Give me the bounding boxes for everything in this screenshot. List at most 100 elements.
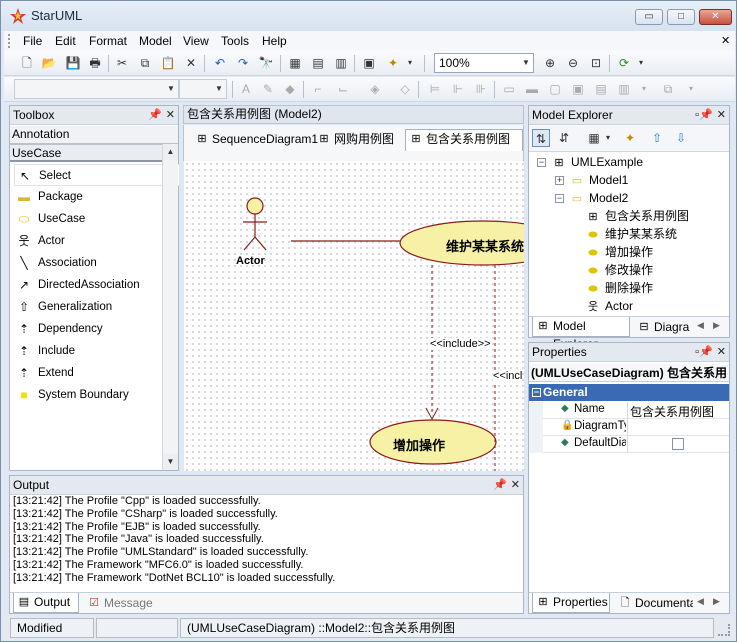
toolbox-item-generalization[interactable]: ⇧ Generalization [14, 296, 180, 318]
model-tool-icon[interactable]: ✦ [621, 129, 639, 147]
filter-dropdown-icon[interactable]: ▾ [599, 129, 617, 147]
delete-icon[interactable]: ✕ [182, 54, 200, 72]
tab-include-usecase[interactable]: ⊞ 包含关系用例图 [405, 129, 523, 151]
layout-icon[interactable]: ✦ [384, 54, 402, 72]
menu-help[interactable]: Help [262, 34, 287, 48]
diagram-canvas[interactable]: Actor 维护某某系统 增加操作 <<include>> <<incl [184, 161, 524, 471]
new-icon[interactable]: 🗋 [18, 54, 36, 72]
toolbox-item-extend[interactable]: ⇡ Extend [14, 362, 180, 384]
property-value[interactable]: 包含关系用例图 [630, 403, 714, 420]
toolbox-scrollbar[interactable]: ▲ ▼ [162, 144, 178, 470]
close-icon[interactable]: ✕ [717, 343, 726, 361]
toolbox-item-package[interactable]: ▬ Package [14, 186, 180, 208]
menu-close-icon[interactable]: ✕ [721, 34, 730, 47]
collapse-icon[interactable]: − [532, 388, 541, 397]
pin-icon[interactable]: 📌 [699, 343, 713, 361]
collapse-icon[interactable]: − [555, 194, 564, 203]
property-row[interactable]: 🔒 DiagramTy [529, 419, 729, 436]
toolbox-item-directedassociation[interactable]: ↗ DirectedAssociation [14, 274, 180, 296]
tab-sequence-diagram[interactable]: ⊞ SequenceDiagram1 [192, 130, 318, 150]
copy-format-icon[interactable]: ⧉ [659, 80, 677, 98]
toolbox-section-usecase[interactable]: UseCase [10, 144, 178, 162]
tab-scroll-right-icon[interactable]: ▶ [713, 596, 720, 607]
tab-output[interactable]: ▤ Output [13, 593, 79, 613]
align-center-icon[interactable]: ⊩ [449, 80, 467, 98]
pin-icon[interactable]: 📌 [148, 106, 162, 124]
overflow-dropdown-icon[interactable]: ▾ [682, 80, 700, 98]
line-style-icon[interactable]: ⌐ [309, 80, 327, 98]
zoom-out-icon[interactable]: ⊖ [564, 54, 582, 72]
scroll-up-icon[interactable]: ▲ [163, 144, 178, 160]
tab-model-explorer[interactable]: ⊞ Model Explorer [532, 317, 630, 351]
diagram-c-icon[interactable]: ▥ [332, 54, 350, 72]
property-row[interactable]: ◆ Name 包含关系用例图 [529, 402, 729, 419]
save-icon[interactable]: 💾 [64, 54, 82, 72]
tab-shopping-usecase[interactable]: ⊞ 网购用例图 [314, 130, 404, 150]
toolbox-item-select[interactable]: ↖ Select [14, 164, 180, 186]
move-down-icon[interactable]: ⇩ [672, 129, 690, 147]
toolbox-item-system-boundary[interactable]: ■ System Boundary [14, 384, 180, 406]
close-button[interactable]: ✕ [699, 9, 732, 25]
align-right-icon[interactable]: ⊪ [472, 80, 490, 98]
tab-message[interactable]: ☑ Message [84, 594, 154, 614]
copy-icon[interactable]: ⧉ [136, 54, 154, 72]
font-family-select[interactable]: ▼ [14, 79, 179, 99]
sort-by-name-icon[interactable]: ⇵ [555, 129, 573, 147]
menu-tools[interactable]: Tools [221, 34, 249, 48]
group-icon[interactable]: ▢ [546, 80, 564, 98]
usecase-main-label[interactable]: 维护某某系统 [446, 236, 524, 255]
align-left-icon[interactable]: ⊨ [426, 80, 444, 98]
toolbox-item-include[interactable]: ⇡ Include [14, 340, 180, 362]
suppress-icon[interactable]: ◇ [396, 80, 414, 98]
close-icon[interactable]: ✕ [511, 476, 520, 494]
property-row[interactable]: ◆ DefaultDia [529, 436, 729, 453]
refresh-icon[interactable]: ⟳ [615, 54, 633, 72]
zoom-select[interactable]: 100% ▼ [434, 53, 534, 73]
send-back-icon[interactable]: ▬ [523, 80, 541, 98]
menu-file[interactable]: File [23, 34, 42, 48]
tab-scroll-right-icon[interactable]: ▶ [713, 320, 720, 331]
close-icon[interactable]: ✕ [166, 106, 175, 124]
tab-properties[interactable]: ⊞ Properties [532, 593, 610, 613]
toolbox-item-dependency[interactable]: ⇡ Dependency [14, 318, 180, 340]
redo-icon[interactable]: ↷ [234, 54, 252, 72]
stereotype-icon[interactable]: ◈ [366, 80, 384, 98]
tab-documentation[interactable]: 🗋 Documenta [615, 594, 693, 614]
default-diagram-checkbox[interactable] [672, 438, 684, 450]
toolbox-item-association[interactable]: ╲ Association [14, 252, 180, 274]
line-style-b-icon[interactable]: ⌙ [334, 80, 352, 98]
menu-view[interactable]: View [183, 34, 209, 48]
menu-edit[interactable]: Edit [55, 34, 76, 48]
sort-by-kind-icon[interactable]: ⇅ [532, 129, 550, 147]
diagram-a-icon[interactable]: ▦ [286, 54, 304, 72]
font-size-select[interactable]: ▼ [179, 79, 227, 99]
actor-label[interactable]: Actor [236, 255, 265, 267]
toolbox-section-annotation[interactable]: Annotation [10, 126, 178, 144]
properties-group-general[interactable]: − General [529, 384, 729, 401]
bring-front-icon[interactable]: ▭ [500, 80, 518, 98]
font-color-icon[interactable]: A [237, 80, 255, 98]
paste-icon[interactable]: 📋 [159, 54, 177, 72]
tab-scroll-left-icon[interactable]: ◀ [697, 596, 704, 607]
xmi-icon[interactable]: ▣ [360, 54, 378, 72]
tab-scroll-left-icon[interactable]: ◀ [697, 320, 704, 331]
ungroup-icon[interactable]: ▣ [569, 80, 587, 98]
resize-grip-icon[interactable] [718, 624, 730, 636]
collapse-icon[interactable]: − [537, 158, 546, 167]
tab-diagram-explorer[interactable]: ⊟ Diagra [634, 318, 692, 338]
menu-format[interactable]: Format [89, 34, 127, 48]
more-dropdown-icon[interactable]: ▾ [635, 80, 653, 98]
diagram-b-icon[interactable]: ▤ [309, 54, 327, 72]
scroll-down-icon[interactable]: ▼ [163, 454, 178, 470]
include-label[interactable]: <<include>> [430, 338, 491, 350]
maximize-button[interactable]: □ [667, 9, 695, 25]
expand-icon[interactable]: + [555, 176, 564, 185]
zoom-in-icon[interactable]: ⊕ [541, 54, 559, 72]
close-icon[interactable]: ✕ [717, 106, 726, 124]
size-icon[interactable]: ▥ [615, 80, 633, 98]
undo-icon[interactable]: ↶ [211, 54, 229, 72]
pin-icon[interactable]: 📌 [699, 106, 713, 124]
line-color-icon[interactable]: ✎ [259, 80, 277, 98]
pin-icon[interactable]: 📌 [493, 476, 507, 494]
print-icon[interactable]: 🖶 [86, 54, 104, 72]
